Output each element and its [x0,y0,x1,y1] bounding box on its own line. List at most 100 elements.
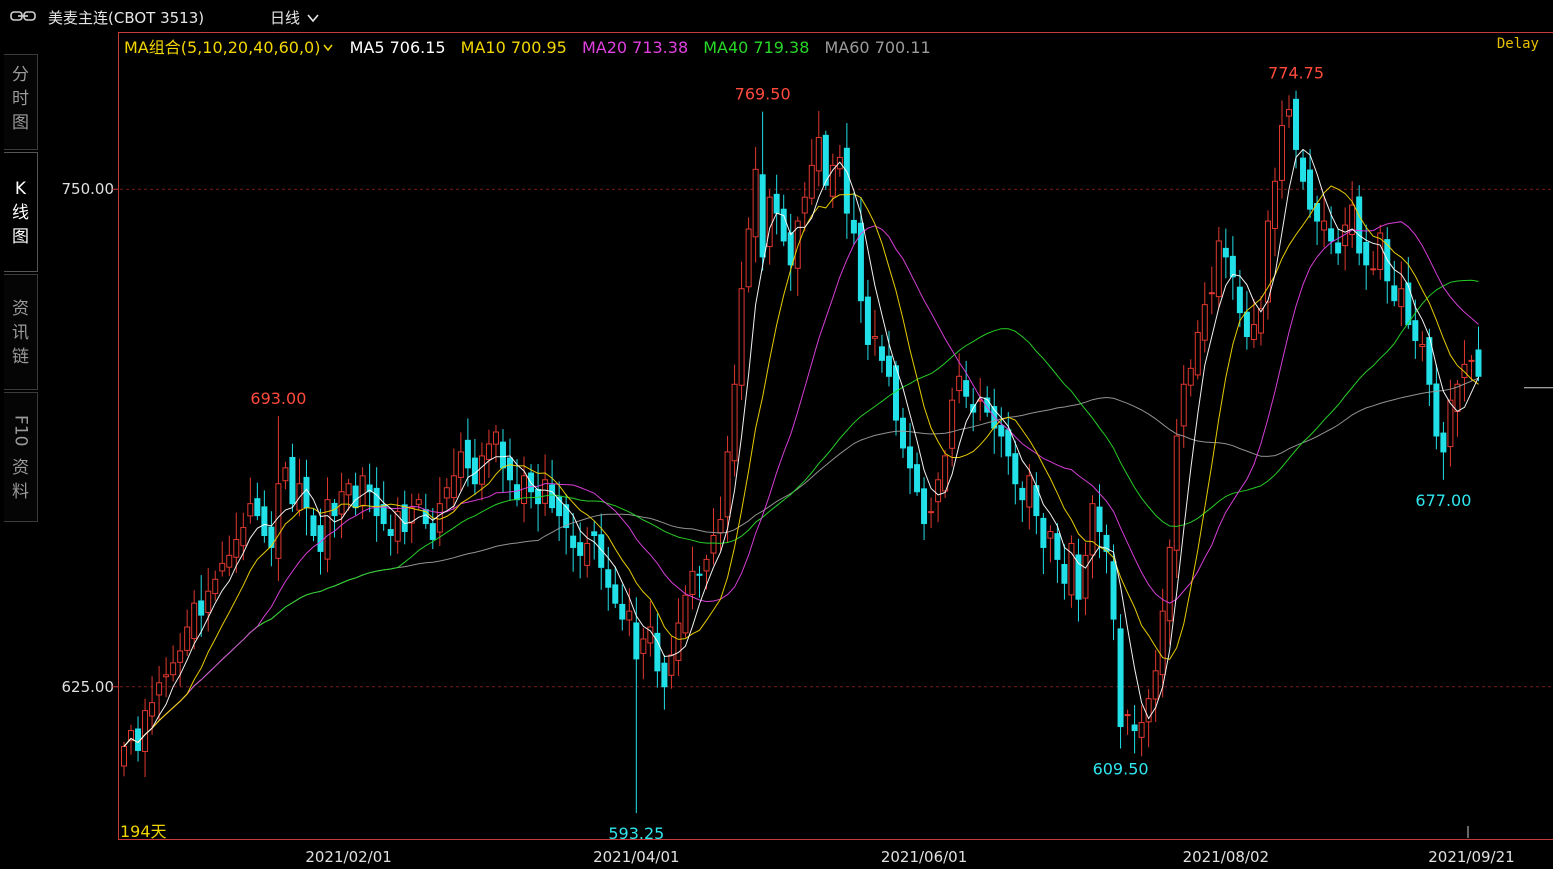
candle-up [450,475,457,499]
candle-up [949,399,956,449]
candle-down [1054,533,1061,560]
candle-up [731,383,738,462]
candle-down [633,622,640,660]
candle-up [689,570,696,595]
low-label: 677.00 [1415,491,1471,510]
candle-up [226,554,233,568]
candle-up [492,431,499,445]
candle-down [1328,228,1335,242]
visible-days: 194天 [120,818,167,842]
candle-up [1286,109,1293,117]
candle-up [815,136,822,172]
candle-up [345,483,352,496]
candle-up [682,594,689,634]
candle-up [1321,220,1328,231]
candle-up [1089,503,1096,556]
candle-down [850,219,857,234]
candle-down [1005,429,1012,457]
candle-up [1370,268,1377,271]
candle-up [1138,722,1145,738]
candle-down [471,457,478,485]
candle-down [577,542,584,556]
x-tick-label: 2021/04/01 [593,848,679,866]
candle-up [177,650,184,663]
candle-up [240,527,247,547]
candle-up [871,335,878,339]
candle-up [675,622,682,661]
candle-down [878,346,885,361]
candle-down [1110,561,1117,620]
candle-up [415,499,422,505]
high-label: 774.75 [1268,64,1324,83]
candle-up [640,638,647,654]
candle-up [1152,670,1159,700]
candle-down [1307,169,1314,210]
candle-down [1300,157,1307,182]
candle-up [801,196,808,214]
candle-down [885,355,892,377]
candle-down [612,584,619,604]
candle-up [1208,292,1215,295]
candle-up [1159,610,1166,676]
x-tick-label: 2021/02/01 [305,848,391,866]
candle-down [1117,628,1124,728]
candle-up [710,535,717,554]
candle-down [401,504,408,533]
candle-up [282,467,289,482]
candle-up [1271,180,1278,229]
candle-down [1405,282,1412,326]
candle-down [310,515,317,537]
candle-down [1335,242,1342,254]
low-label: 609.50 [1093,759,1149,778]
candle-up [121,745,127,767]
days-unit: 天 [150,822,167,841]
candle-up [142,710,149,753]
candlestick-chart[interactable]: 750.00 625.00 2021/02/01 2021/04/01 2021/06/… [0,0,1553,869]
candle-down [1040,517,1047,548]
candle-down [773,193,780,214]
candle-down [921,488,928,525]
candle-down [289,456,296,505]
candle-up [1419,343,1426,348]
candle-down [1222,247,1229,258]
candle-down [963,380,970,397]
candle-down [1243,311,1250,337]
candle-down [843,147,850,214]
candle-up [1398,288,1405,308]
candle-up [717,519,724,534]
candle-up [794,220,801,269]
y-tick-label: 625.00 [62,678,115,696]
candle-down [1012,453,1019,485]
candle-up [1187,367,1194,386]
candle-down [135,728,142,751]
candle-up [1201,304,1208,341]
candle-down [1236,286,1243,314]
candle-up [1082,554,1089,599]
candle-down [317,525,324,552]
candle-down [998,425,1005,437]
candle-down [429,523,436,540]
candle-up [935,479,942,503]
candle-down [499,441,506,469]
candle-up [745,228,752,288]
candle-up [942,455,949,492]
candle-up [1026,475,1033,508]
candle-up [485,443,492,460]
candle-down [352,485,359,509]
candle-up [1124,714,1131,717]
candle-down [864,296,871,345]
candle-down [598,534,605,568]
candle-up [1166,546,1173,622]
candle-up [1250,324,1257,341]
candle-down [514,484,521,501]
candle-down [759,174,766,258]
candle-down [907,446,914,469]
candle-up [1447,399,1454,448]
candle-up [191,602,198,640]
candle-down [1356,196,1363,254]
high-label: 769.50 [735,85,791,104]
candle-up [338,491,345,515]
candle-down [506,457,513,481]
candle-down [1363,241,1370,266]
y-tick-label: 750.00 [62,180,115,198]
